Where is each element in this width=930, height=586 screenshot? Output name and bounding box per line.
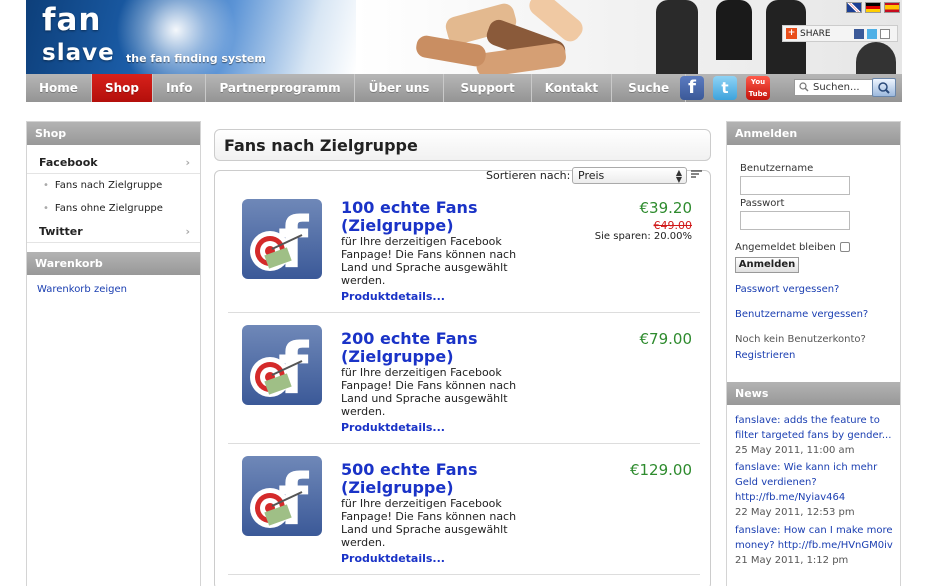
site-header: fan slave the fan finding system + SHARE <box>26 0 902 74</box>
product-price: €79.00 <box>639 330 693 348</box>
remember-me-checkbox[interactable] <box>840 242 850 252</box>
product-saving: Sie sparen: 20.00% <box>594 231 692 242</box>
product-price: €129.00 <box>629 461 692 479</box>
nav-partnerprogramm[interactable]: Partnerprogramm <box>206 74 355 102</box>
sort-label: Sortieren nach: <box>486 169 571 182</box>
product-item: f 500 echte Fans (Zielgruppe) für Ihre d… <box>228 445 700 575</box>
flag-uk-icon[interactable] <box>846 2 862 13</box>
sidebar-subitem-fans-ohne-zielgruppe[interactable]: • Fans ohne Zielgruppe <box>27 197 200 220</box>
product-details-link[interactable]: Produktdetails... <box>341 290 445 303</box>
product-title-link[interactable]: 500 echte Fans (Zielgruppe) <box>341 461 501 497</box>
shop-box-title: Shop <box>27 122 200 145</box>
facebook-target-icon[interactable]: f <box>242 199 322 279</box>
flag-es-icon[interactable] <box>884 2 900 13</box>
nav-info[interactable]: Info <box>153 74 207 102</box>
right-sidebar: Anmelden Benutzername Passwort Angemelde… <box>726 121 901 586</box>
main-nav: Home Shop Info Partnerprogramm Über uns … <box>26 74 902 102</box>
twitter-icon[interactable]: t <box>713 76 737 100</box>
cart-box-title: Warenkorb <box>27 252 200 275</box>
twitter-mini-icon[interactable] <box>867 28 877 39</box>
news-box-title: News <box>727 382 900 405</box>
youtube-icon[interactable]: You Tube <box>746 76 770 100</box>
username-label: Benutzername <box>740 163 814 174</box>
product-details-link[interactable]: Produktdetails... <box>341 421 445 434</box>
sort-select[interactable]: Preis ▲ ▼ <box>572 167 687 184</box>
select-arrows-icon: ▲ ▼ <box>675 168 682 184</box>
logo-tagline: the fan finding system <box>126 52 266 65</box>
share-button[interactable]: + SHARE <box>782 25 898 42</box>
facebook-target-icon[interactable]: f <box>242 456 322 536</box>
logo-text-slave[interactable]: slave <box>42 40 115 66</box>
news-date: 25 May 2011, 11:00 am <box>735 445 855 456</box>
news-link[interactable]: fanslave: adds the feature to filter tar… <box>735 413 895 443</box>
facebook-target-icon[interactable]: f <box>242 325 322 405</box>
nav-ueber-uns[interactable]: Über uns <box>355 74 445 102</box>
chevron-right-icon: › <box>185 225 190 238</box>
forgot-password-link[interactable]: Passwort vergessen? <box>735 284 839 295</box>
product-description: für Ihre derzeitigen Facebook Fanpage! D… <box>341 235 517 287</box>
sidebar-item-facebook[interactable]: Facebook › <box>27 151 200 174</box>
magnifier-icon <box>878 82 890 94</box>
sidebar-item-label: Twitter <box>39 225 83 238</box>
language-flags <box>846 2 900 13</box>
email-mini-icon[interactable] <box>880 28 890 39</box>
share-plus-icon: + <box>786 28 797 39</box>
search-submit-button[interactable] <box>872 78 896 97</box>
facebook-mini-icon[interactable] <box>854 28 864 39</box>
bullet-icon: • <box>43 180 49 191</box>
password-field[interactable] <box>740 211 850 230</box>
product-description: für Ihre derzeitigen Facebook Fanpage! D… <box>341 366 517 418</box>
sidebar-subitem-fans-nach-zielgruppe[interactable]: • Fans nach Zielgruppe <box>27 174 200 197</box>
chevron-right-icon: › <box>185 156 190 169</box>
flag-de-icon[interactable] <box>865 2 881 13</box>
news-item: fanslave: adds the feature to filter tar… <box>735 413 895 458</box>
news-date: 22 May 2011, 12:53 pm <box>735 507 855 518</box>
news-item: fanslave: How can I make more money? htt… <box>735 523 895 568</box>
search-icon <box>799 82 809 92</box>
news-date: 21 May 2011, 1:12 pm <box>735 555 849 566</box>
sidebar-item-label: Facebook <box>39 156 98 169</box>
logo-text-fan[interactable]: fan <box>42 2 101 38</box>
news-item: fanslave: Wie kann ich mehr Geld verdien… <box>735 460 895 520</box>
product-title-link[interactable]: 100 echte Fans (Zielgruppe) <box>341 199 501 235</box>
product-item: f 200 echte Fans (Zielgruppe) für Ihre d… <box>228 314 700 444</box>
nav-shop[interactable]: Shop <box>91 74 153 102</box>
sort-order-icon[interactable] <box>691 169 702 180</box>
product-title-link[interactable]: 200 echte Fans (Zielgruppe) <box>341 330 501 366</box>
login-box-title: Anmelden <box>727 122 900 145</box>
product-price: €39.20 <box>639 199 693 217</box>
share-label: SHARE <box>800 28 831 39</box>
left-sidebar: Shop Facebook › • Fans nach Zielgruppe • F… <box>26 121 201 586</box>
news-link[interactable]: fanslave: Wie kann ich mehr Geld verdien… <box>735 460 895 505</box>
forgot-username-link[interactable]: Benutzername vergessen? <box>735 309 868 320</box>
nav-home[interactable]: Home <box>26 74 92 102</box>
product-item: f 100 echte Fans (Zielgruppe) für Ihre d… <box>228 183 700 313</box>
product-details-link[interactable]: Produktdetails... <box>341 552 445 565</box>
sidebar-item-twitter[interactable]: Twitter › <box>27 220 200 243</box>
sidebar-subitem-label: Fans ohne Zielgruppe <box>54 203 163 214</box>
no-account-text: Noch kein Benutzerkonto? <box>735 334 866 345</box>
remember-me-label: Angemeldet bleiben <box>735 242 836 253</box>
product-description: für Ihre derzeitigen Facebook Fanpage! D… <box>341 497 517 549</box>
register-link[interactable]: Registrieren <box>735 350 795 361</box>
facebook-icon[interactable]: f <box>680 76 704 100</box>
password-label: Passwort <box>740 198 785 209</box>
sidebar-subitem-label: Fans nach Zielgruppe <box>54 180 163 191</box>
cart-link[interactable]: Warenkorb zeigen <box>27 275 200 295</box>
nav-kontakt[interactable]: Kontakt <box>532 74 613 102</box>
username-field[interactable] <box>740 176 850 195</box>
login-button[interactable]: Anmelden <box>735 257 799 273</box>
bullet-icon: • <box>43 203 49 214</box>
nav-suche[interactable]: Suche <box>612 74 687 102</box>
sort-select-value: Preis <box>578 169 605 182</box>
news-link[interactable]: fanslave: How can I make more money? htt… <box>735 523 895 553</box>
page-title: Fans nach Zielgruppe <box>214 129 711 161</box>
nav-support[interactable]: Support <box>444 74 532 102</box>
